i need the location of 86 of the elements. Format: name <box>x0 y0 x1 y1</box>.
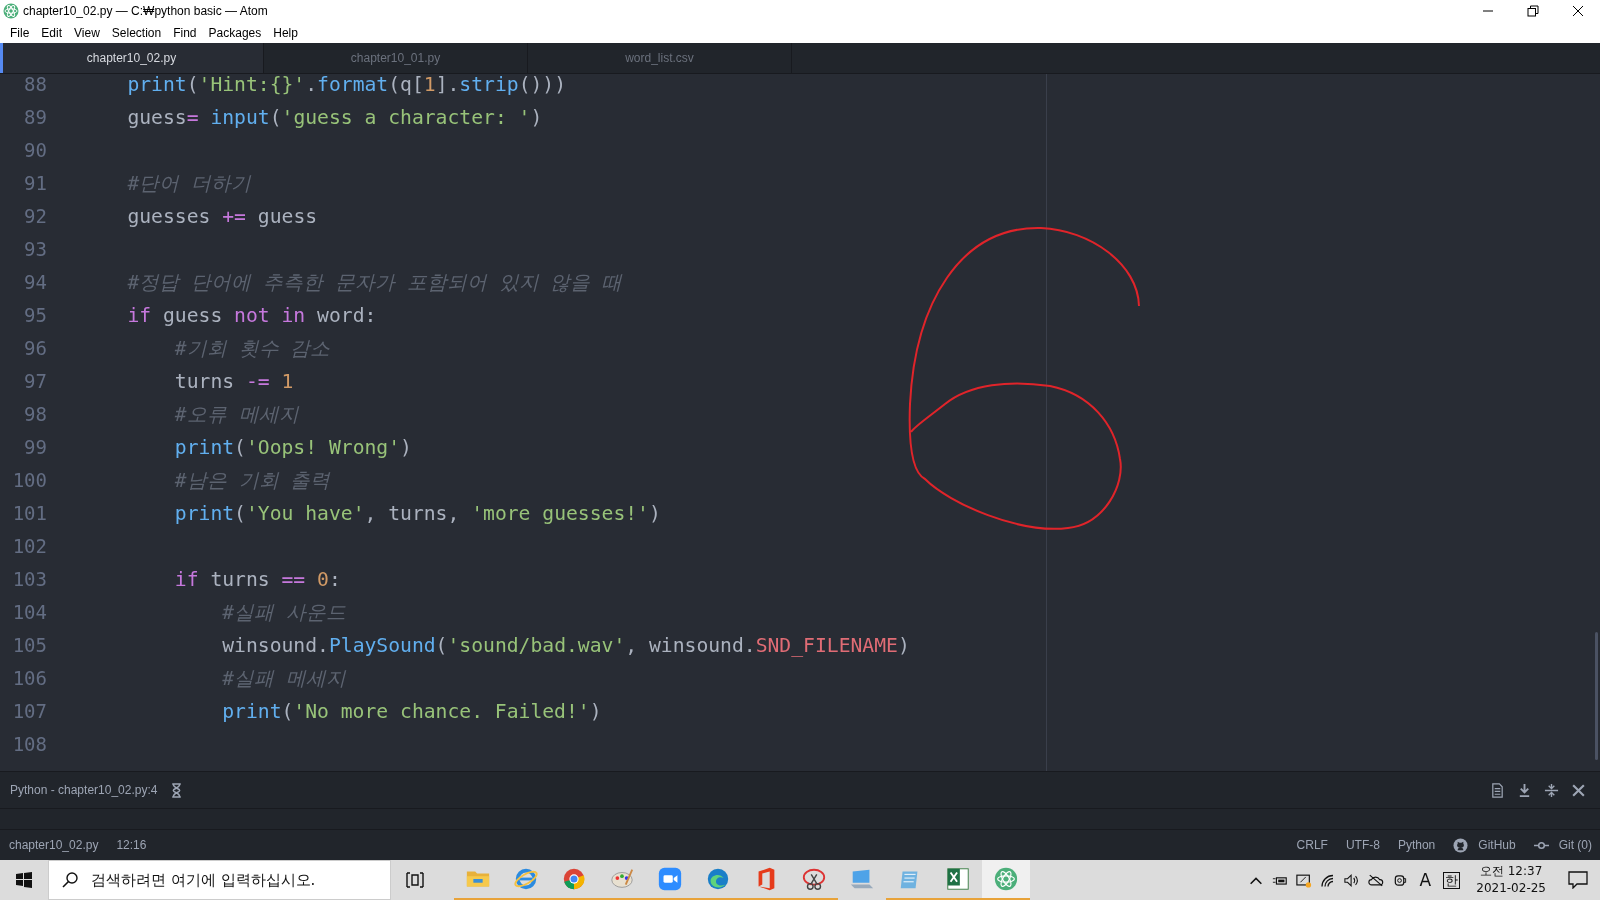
line-number: 88 <box>24 74 47 97</box>
line-number: 92 <box>24 204 47 229</box>
search-bar[interactable]: 검색하려면 여기에 입력하십시오. <box>48 860 391 900</box>
cursor-position[interactable]: 12:16 <box>116 838 147 852</box>
line-number: 96 <box>24 336 47 361</box>
wifi-icon[interactable] <box>1319 872 1336 888</box>
task-view-icon[interactable] <box>406 872 424 888</box>
code-line: print('Oops! Wrong') <box>173 435 412 461</box>
line-number: 102 <box>12 534 47 559</box>
letter-e-globe-icon <box>513 866 539 892</box>
menu-item[interactable]: File <box>4 25 36 40</box>
code-line: print('You have', turns, 'more guesses!') <box>173 501 661 527</box>
clock-date[interactable]: 2021-02-25 <box>1476 880 1546 897</box>
code-line: #정답 단어에 추측한 문자가 포함되어 있지 않을 때 <box>126 270 623 296</box>
line-number: 107 <box>12 699 47 724</box>
menu-item[interactable]: Selection <box>105 25 168 40</box>
code-line: #오류 메세지 <box>173 402 299 428</box>
collapse-icon[interactable] <box>1544 782 1559 798</box>
line-number: 98 <box>24 402 47 427</box>
code-line: turns -= 1 <box>173 369 294 395</box>
speaker-icon[interactable] <box>1343 872 1360 888</box>
code-line: #기회 횟수 감소 <box>173 336 331 362</box>
github-label[interactable]: GitHub <box>1478 838 1516 852</box>
line-ending[interactable]: CRLF <box>1296 838 1328 852</box>
code-line: guesses += guess <box>126 204 318 230</box>
search-field[interactable]: 검색하려면 여기에 입력하십시오. <box>89 870 390 890</box>
download-icon[interactable] <box>1517 782 1532 798</box>
search-icon <box>61 871 79 889</box>
scrollbar-thumb[interactable] <box>1595 632 1598 760</box>
language-indicator[interactable]: 한 <box>1443 871 1461 889</box>
monitor-badge-icon[interactable] <box>1295 872 1312 888</box>
chrome-ball-icon <box>561 866 587 892</box>
close-icon[interactable] <box>1571 782 1586 798</box>
code-line: #실패 사운드 <box>221 600 346 626</box>
spreadsheet-x-icon <box>945 866 971 892</box>
menu-item[interactable]: Help <box>267 25 304 40</box>
clock-time[interactable]: 오전 12:37 <box>1479 863 1543 880</box>
line-number: 95 <box>24 303 47 328</box>
wave-swirl-icon <box>705 866 731 892</box>
status-file-name[interactable]: chapter10_02.py <box>9 838 99 852</box>
line-number: 99 <box>24 435 47 460</box>
code-line: if guess not in word: <box>126 303 377 329</box>
atom-logo-icon <box>3 3 19 19</box>
windows-logo-icon <box>16 872 32 888</box>
editor-tab[interactable]: chapter10_02.py <box>0 43 264 73</box>
atom-logo-icon <box>993 866 1019 892</box>
menu-item[interactable]: View <box>68 25 106 40</box>
code-line: winsound.PlaySound('sound/bad.wav', winsound.SND_FILENAME) <box>221 633 910 659</box>
line-number: 105 <box>12 633 47 658</box>
scissors-icon <box>801 866 827 892</box>
notification-icon[interactable] <box>1568 871 1588 889</box>
code-line: print('No more chance. Failed!') <box>221 699 602 725</box>
grammar-selector[interactable]: Python <box>1397 838 1436 852</box>
close-icon <box>1571 5 1584 17</box>
file-encoding[interactable]: UTF-8 <box>1345 838 1380 852</box>
panel-title: Python - chapter10_02.py:4 <box>10 783 158 797</box>
menu-item[interactable]: Packages <box>202 25 268 40</box>
code-line: #단어 더하기 <box>126 171 252 197</box>
code-line: guess= input('guess a character: ') <box>126 105 543 131</box>
line-number: 104 <box>12 600 47 625</box>
menu-item[interactable]: Find <box>167 25 203 40</box>
code-line: if turns == 0: <box>173 567 341 593</box>
octocat-icon[interactable] <box>1453 837 1469 853</box>
line-number: 106 <box>12 666 47 691</box>
line-number: 90 <box>24 138 47 163</box>
video-camera-icon <box>657 866 683 892</box>
taskbar-app-button[interactable] <box>982 860 1030 900</box>
git-label[interactable]: Git (0) <box>1558 838 1592 852</box>
line-number: 91 <box>24 171 47 196</box>
cloud-off-icon[interactable] <box>1367 872 1384 888</box>
code-line: #남은 기회 출력 <box>173 468 331 494</box>
line-number: 93 <box>24 237 47 262</box>
line-number: 101 <box>12 501 47 526</box>
code-line: print('Hint:{}'.format(q[1].strip())) <box>126 74 567 98</box>
document-icon[interactable] <box>1490 782 1505 798</box>
line-number: 97 <box>24 369 47 394</box>
restore-icon <box>1526 5 1539 17</box>
line-number: 100 <box>12 468 47 493</box>
line-number: 103 <box>12 567 47 592</box>
line-number: 89 <box>24 105 47 130</box>
code-line: #실패 메세지 <box>221 666 346 692</box>
line-number: 94 <box>24 270 47 295</box>
menu-item[interactable]: Edit <box>35 25 69 40</box>
line-number: 108 <box>12 732 47 757</box>
window-title: chapter10_02.py — C:₩python basic — Atom <box>23 4 268 18</box>
input-mode-indicator[interactable]: A <box>1415 870 1436 890</box>
